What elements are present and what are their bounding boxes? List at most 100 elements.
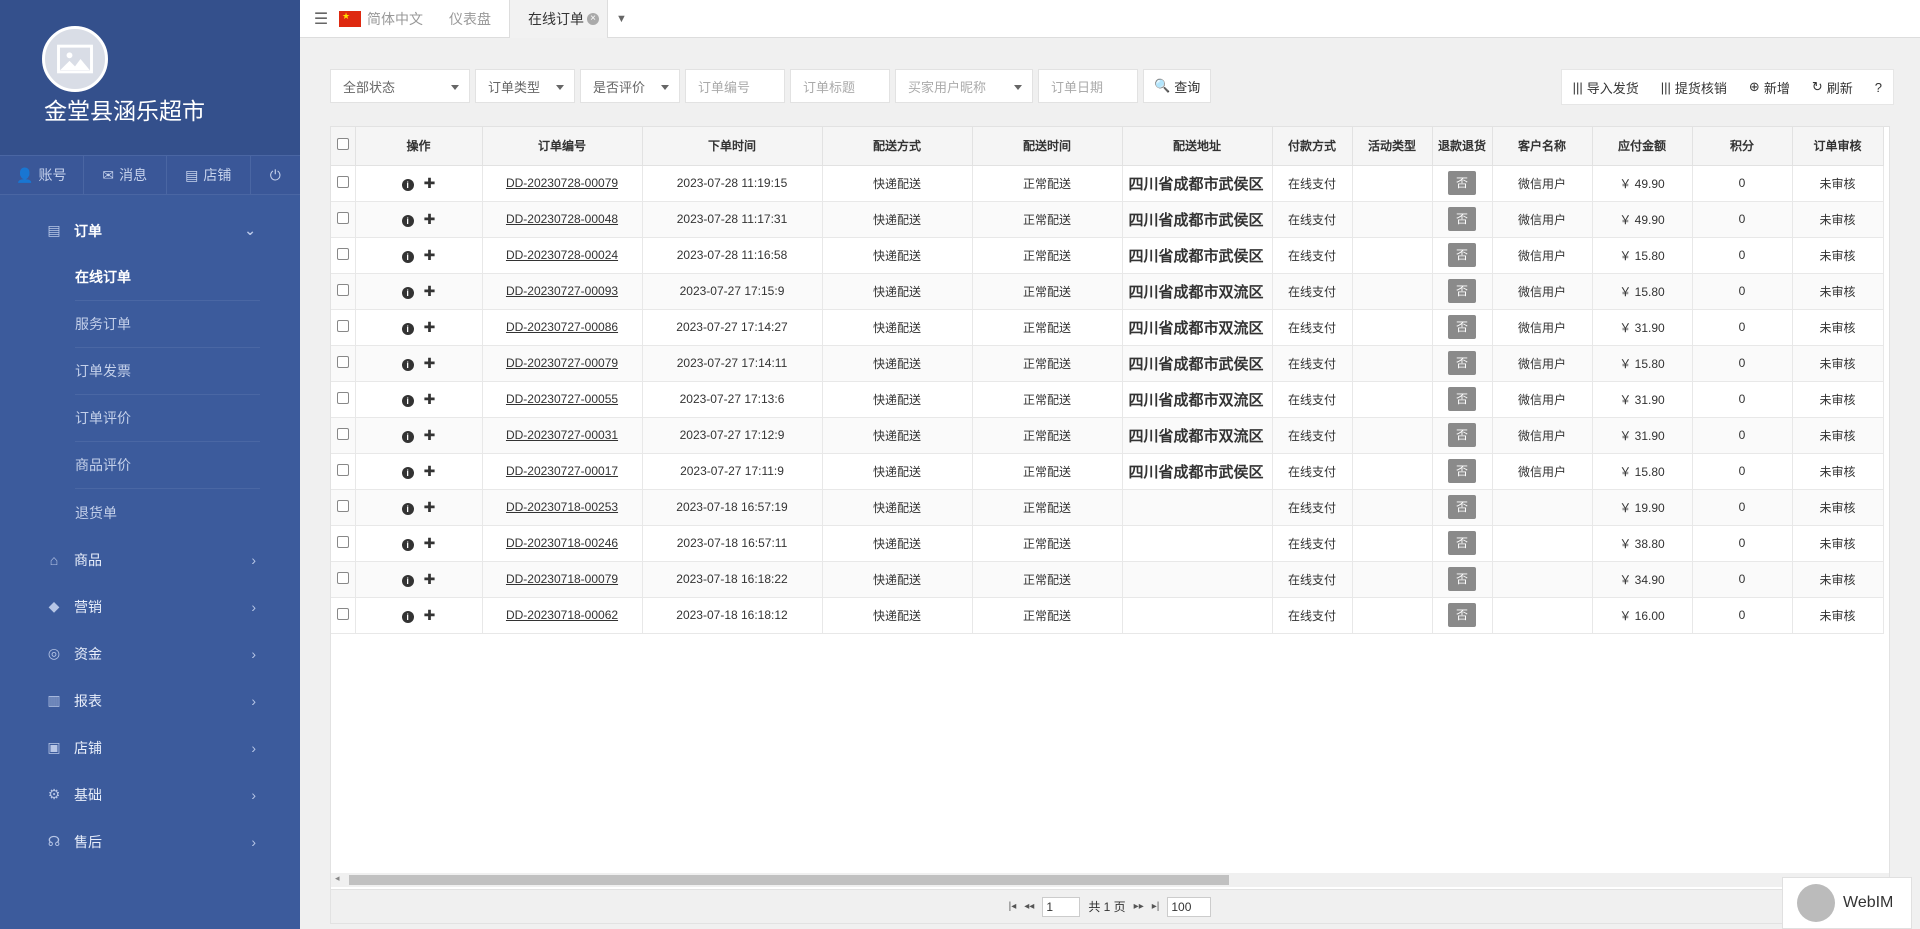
refund-badge[interactable]: 否	[1448, 531, 1476, 555]
col-header[interactable]: 操作	[355, 127, 483, 166]
menu-order[interactable]: ▤ 订单 ⌄	[0, 207, 300, 254]
query-button[interactable]: 🔍 查询	[1143, 69, 1212, 103]
order-no-input[interactable]: 订单编号	[685, 69, 785, 103]
close-tab-icon[interactable]: ×	[587, 12, 599, 25]
row-checkbox[interactable]	[336, 499, 349, 512]
plus-icon[interactable]: ✚	[424, 499, 436, 515]
refund-badge[interactable]: 否	[1448, 387, 1476, 411]
table-row[interactable]: i ✚ DD-20230727-00079 2023-07-27 17:14:11 快递…	[331, 345, 1884, 382]
order-date-input[interactable]: 订单日期	[1038, 69, 1138, 103]
row-checkbox[interactable]	[336, 571, 349, 584]
row-checkbox[interactable]	[336, 607, 349, 620]
row-checkbox[interactable]	[336, 427, 349, 440]
row-checkbox[interactable]	[336, 535, 349, 548]
order-no-link[interactable]: DD-20230727-00031	[506, 428, 618, 442]
info-icon[interactable]: i	[401, 178, 414, 191]
order-no-link[interactable]: DD-20230718-00062	[506, 608, 618, 622]
plus-icon[interactable]: ✚	[424, 463, 436, 479]
menu-aftersale[interactable]: ☊ 售后 ›	[0, 818, 300, 865]
help-button[interactable]: ?	[1864, 80, 1893, 95]
plus-icon[interactable]: ✚	[424, 607, 436, 623]
submenu-invoice[interactable]: 订单发票	[75, 348, 260, 395]
plus-icon[interactable]: ✚	[424, 175, 436, 191]
plus-icon[interactable]: ✚	[424, 211, 436, 227]
store-avatar[interactable]	[42, 26, 108, 92]
row-checkbox[interactable]	[336, 319, 349, 332]
info-icon[interactable]: i	[401, 214, 414, 227]
order-no-link[interactable]: DD-20230728-00024	[506, 248, 618, 262]
refund-badge[interactable]: 否	[1448, 243, 1476, 267]
pickup-verify-button[interactable]: ||| 提货核销	[1650, 78, 1738, 97]
add-button[interactable]: ⊕ 新增	[1738, 78, 1801, 97]
webim-widget[interactable]: WebIM	[1782, 877, 1912, 929]
menu-store[interactable]: ▣ 店铺 ›	[0, 724, 300, 771]
row-checkbox[interactable]	[336, 391, 349, 404]
plus-icon[interactable]: ✚	[424, 319, 436, 335]
review-select[interactable]: 是否评价	[580, 69, 680, 103]
col-header[interactable]: 积分	[1692, 127, 1793, 166]
horizontal-scrollbar[interactable]: ◂	[331, 873, 1889, 887]
info-icon[interactable]: i	[401, 574, 414, 587]
table-row[interactable]: i ✚ DD-20230728-00024 2023-07-28 11:16:58 快递…	[331, 237, 1884, 274]
import-ship-button[interactable]: ||| 导入发货	[1562, 78, 1650, 97]
plus-icon[interactable]: ✚	[424, 247, 436, 263]
status-select[interactable]: 全部状态	[330, 69, 470, 103]
buyer-nickname-select[interactable]: 买家用户昵称	[895, 69, 1033, 103]
col-header[interactable]: 付款方式	[1272, 127, 1353, 166]
menu-basic[interactable]: ⚙ 基础 ›	[0, 771, 300, 818]
table-row[interactable]: i ✚ DD-20230727-00093 2023-07-27 17:15:9 快递配…	[331, 273, 1884, 310]
select-all-checkbox[interactable]	[336, 138, 349, 151]
plus-icon[interactable]: ✚	[424, 427, 436, 443]
table-row[interactable]: i ✚ DD-20230728-00048 2023-07-28 11:17:31 快递…	[331, 201, 1884, 238]
menu-goods[interactable]: ⌂ 商品 ›	[0, 536, 300, 583]
info-icon[interactable]: i	[401, 466, 414, 479]
scrollbar-thumb[interactable]	[349, 875, 1229, 885]
col-header[interactable]: 配送方式	[822, 127, 973, 166]
plus-icon[interactable]: ✚	[424, 571, 436, 587]
table-row[interactable]: i ✚ DD-20230727-00017 2023-07-27 17:11:9 快递配…	[331, 453, 1884, 490]
refresh-button[interactable]: ↻ 刷新	[1801, 78, 1864, 97]
col-header[interactable]: 退款退货	[1432, 127, 1493, 166]
submenu-service-order[interactable]: 服务订单	[75, 301, 260, 348]
refund-badge[interactable]: 否	[1448, 207, 1476, 231]
table-row[interactable]: i ✚ DD-20230718-00253 2023-07-18 16:57:19 快递…	[331, 489, 1884, 526]
order-title-input[interactable]: 订单标题	[790, 69, 890, 103]
plus-icon[interactable]: ✚	[424, 283, 436, 299]
tab-dashboard[interactable]: 仪表盘	[431, 0, 509, 38]
info-icon[interactable]: i	[401, 322, 414, 335]
menu-toggle-icon[interactable]: ☰	[305, 9, 337, 29]
order-type-select[interactable]: 订单类型	[475, 69, 575, 103]
scroll-left-icon[interactable]: ◂	[335, 873, 340, 884]
order-no-link[interactable]: DD-20230718-00246	[506, 536, 618, 550]
order-no-link[interactable]: DD-20230727-00086	[506, 320, 618, 334]
col-header[interactable]: 活动类型	[1352, 127, 1433, 166]
language-selector[interactable]: 简体中文	[367, 9, 423, 29]
col-header[interactable]: 订单编号	[482, 127, 643, 166]
table-row[interactable]: i ✚ DD-20230727-00031 2023-07-27 17:12:9 快递配…	[331, 417, 1884, 454]
logout-button[interactable]: ⏻	[251, 156, 301, 194]
col-header[interactable]: 订单审核	[1792, 127, 1884, 166]
order-no-link[interactable]: DD-20230728-00048	[506, 212, 618, 226]
refund-badge[interactable]: 否	[1448, 351, 1476, 375]
message-link[interactable]: ✉ 消息	[84, 156, 167, 194]
order-no-link[interactable]: DD-20230718-00079	[506, 572, 618, 586]
refund-badge[interactable]: 否	[1448, 603, 1476, 627]
last-page-icon[interactable]: ▸|	[1152, 901, 1160, 912]
prev-page-icon[interactable]: ◂◂	[1024, 901, 1034, 912]
plus-icon[interactable]: ✚	[424, 355, 436, 371]
order-no-link[interactable]: DD-20230727-00055	[506, 392, 618, 406]
page-input[interactable]: 1	[1042, 896, 1081, 917]
first-page-icon[interactable]: |◂	[1009, 901, 1017, 912]
tab-online-order[interactable]: 在线订单 ×	[509, 0, 608, 38]
col-header[interactable]: 配送时间	[972, 127, 1123, 166]
order-no-link[interactable]: DD-20230728-00079	[506, 176, 618, 190]
row-checkbox[interactable]	[336, 211, 349, 224]
order-no-link[interactable]: DD-20230727-00017	[506, 464, 618, 478]
refund-badge[interactable]: 否	[1448, 171, 1476, 195]
table-row[interactable]: i ✚ DD-20230728-00079 2023-07-28 11:19:15 快递…	[331, 165, 1884, 202]
info-icon[interactable]: i	[401, 250, 414, 263]
china-flag-icon[interactable]	[339, 10, 361, 27]
refund-badge[interactable]: 否	[1448, 423, 1476, 447]
table-row[interactable]: i ✚ DD-20230718-00246 2023-07-18 16:57:11 快递…	[331, 525, 1884, 562]
info-icon[interactable]: i	[401, 430, 414, 443]
